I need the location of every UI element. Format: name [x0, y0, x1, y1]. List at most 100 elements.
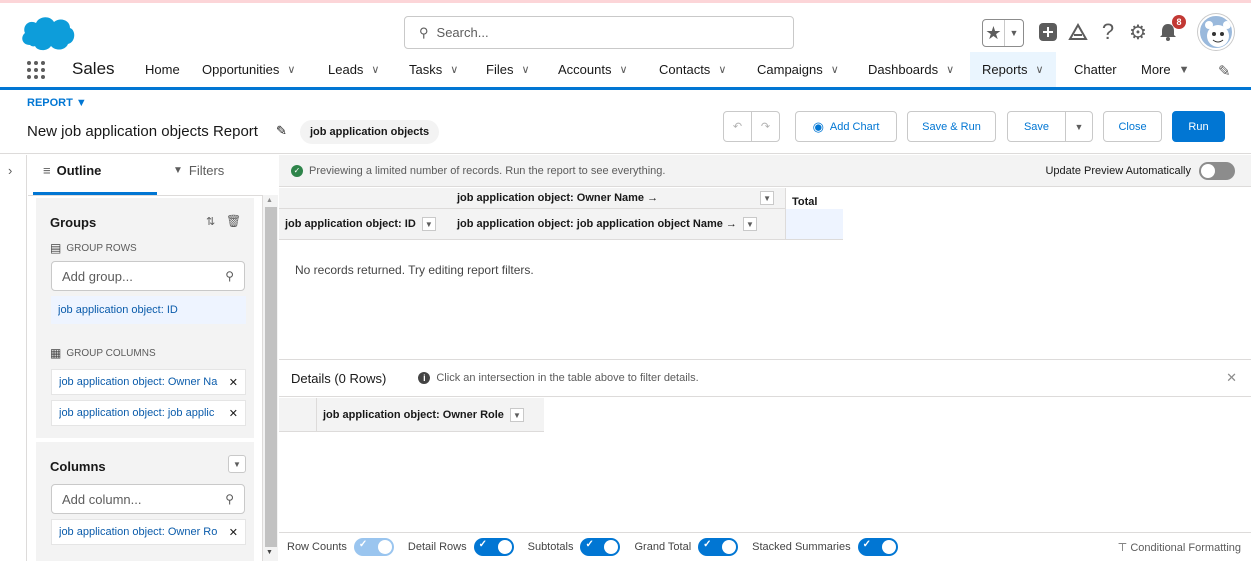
caret-down-icon[interactable]: ▼: [1179, 64, 1190, 76]
scroll-down-icon[interactable]: ▼: [266, 549, 273, 556]
chevron-down-icon[interactable]: ∨: [371, 63, 379, 76]
favorites-button[interactable]: ★ ▼: [982, 19, 1024, 47]
nav-item-dashboards[interactable]: Dashboards ∨: [868, 52, 954, 87]
save-and-run-label: Save & Run: [922, 120, 981, 133]
run-label: Run: [1188, 120, 1209, 133]
chevron-down-icon[interactable]: ∨: [946, 63, 954, 76]
nav-label: More: [1141, 62, 1171, 77]
global-search-input[interactable]: ⚲ Search...: [404, 16, 794, 49]
chevron-down-icon[interactable]: ∨: [619, 63, 627, 76]
nav-label: Accounts: [558, 62, 612, 77]
chevron-down-icon[interactable]: ∨: [718, 63, 726, 76]
close-button[interactable]: Close: [1103, 111, 1162, 142]
save-and-run-button[interactable]: Save & Run: [907, 111, 996, 142]
nav-item-reports[interactable]: Reports ∨: [970, 52, 1056, 90]
update-preview-toggle[interactable]: [1199, 162, 1235, 180]
group-column-label: job application object: job applic: [59, 407, 215, 419]
column-pill[interactable]: job application object: Owner Ro ✕: [51, 519, 246, 545]
run-button[interactable]: Run: [1172, 111, 1225, 142]
add-group-input[interactable]: Add group... ⚲: [51, 261, 245, 291]
setup-gear-icon[interactable]: ⚙: [1124, 18, 1152, 46]
chevron-down-icon[interactable]: ∨: [831, 63, 839, 76]
total-label: Total: [792, 196, 818, 208]
details-column-dropdown[interactable]: ▼: [509, 408, 524, 422]
details-column-owner-role: job application object: Owner Role ▼: [323, 408, 524, 422]
report-preview: ✓ Previewing a limited number of records…: [279, 155, 1251, 561]
row-counts-toggle[interactable]: ✓: [353, 538, 394, 556]
add-group-placeholder: Add group...: [62, 268, 133, 284]
nav-item-more[interactable]: More ▼: [1141, 52, 1190, 87]
report-type-badge: job application objects: [300, 120, 440, 144]
app-name: Sales: [72, 59, 115, 78]
add-column-input[interactable]: Add column... ⚲: [51, 484, 245, 514]
undo-button[interactable]: ↶: [723, 111, 752, 142]
grand-total-toggle-group: Grand Total ✓: [634, 538, 739, 556]
column-header-dropdown[interactable]: ▼: [742, 217, 757, 231]
remove-icon[interactable]: ✕: [229, 526, 238, 539]
detail-rows-toggle[interactable]: ✓: [473, 538, 514, 556]
conditional-formatting-button[interactable]: ⊤ Conditional Formatting: [1118, 541, 1241, 554]
chevron-down-icon[interactable]: ∨: [1036, 63, 1044, 76]
nav-item-campaigns[interactable]: Campaigns ∨: [757, 52, 839, 87]
grand-total-toggle[interactable]: ✓: [698, 538, 739, 556]
scroll-thumb[interactable]: [265, 207, 277, 547]
nav-item-accounts[interactable]: Accounts ∨: [558, 52, 628, 87]
add-chart-button[interactable]: ◉ Add Chart: [795, 111, 897, 142]
outline-scrollbar[interactable]: ▲ ▼: [262, 195, 278, 561]
row-header-dropdown[interactable]: ▼: [421, 217, 436, 231]
save-button[interactable]: Save: [1007, 111, 1066, 142]
save-options-button[interactable]: ▼: [1065, 111, 1093, 142]
nav-label: Tasks: [409, 62, 443, 77]
edit-nav-pencil-icon[interactable]: ✎: [1218, 62, 1231, 80]
nav-item-tasks[interactable]: Tasks ∨: [409, 52, 458, 87]
info-icon: i: [418, 372, 431, 384]
nav-item-contacts[interactable]: Contacts ∨: [659, 52, 726, 87]
columns-menu-dropdown[interactable]: ▼: [228, 455, 246, 473]
groups-title: Groups: [50, 215, 97, 230]
group-row-pill[interactable]: job application object: ID: [51, 296, 246, 324]
report-label[interactable]: REPORT ▼: [27, 97, 87, 109]
success-check-icon: ✓: [291, 164, 303, 177]
undo-icon: ↶: [732, 121, 743, 133]
scroll-up-icon[interactable]: ▲: [266, 197, 273, 204]
nav-label: Contacts: [659, 62, 711, 77]
favorites-dropdown-icon[interactable]: ▼: [1005, 28, 1023, 38]
global-actions-icon[interactable]: [1034, 18, 1062, 46]
nav-item-leads[interactable]: Leads ∨: [328, 52, 379, 87]
report-label-text: REPORT: [27, 97, 73, 109]
chevron-down-icon[interactable]: ∨: [450, 63, 458, 76]
stacked-summaries-toggle[interactable]: ✓: [857, 538, 898, 556]
grand-total-label: Grand Total: [634, 541, 692, 553]
swap-groups-icon[interactable]: ⇅: [206, 215, 215, 228]
tab-outline-label: Outline: [56, 163, 102, 178]
preview-notice-text: Previewing a limited number of records. …: [309, 164, 666, 177]
nav-item-chatter[interactable]: Chatter: [1074, 52, 1117, 87]
remove-icon[interactable]: ✕: [229, 407, 238, 420]
redo-button[interactable]: ↷: [751, 111, 780, 142]
help-icon[interactable]: ?: [1094, 18, 1122, 46]
edit-title-pencil-icon[interactable]: ✎: [276, 123, 287, 139]
tab-outline[interactable]: ≡ Outline: [43, 163, 101, 178]
app-launcher-icon[interactable]: [27, 61, 45, 79]
close-icon[interactable]: ✕: [1226, 370, 1237, 386]
remove-icon[interactable]: ✕: [229, 376, 238, 389]
nav-item-files[interactable]: Files ∨: [486, 52, 530, 87]
subtotals-toggle-group: Subtotals ✓: [528, 538, 621, 556]
chevron-down-icon[interactable]: ∨: [521, 63, 529, 76]
tab-filters[interactable]: ▼ Filters: [173, 163, 224, 178]
nav-item-opportunities[interactable]: Opportunities ∨: [202, 52, 295, 87]
group-column-pill[interactable]: job application object: Owner Na ✕: [51, 369, 246, 395]
conditional-formatting-label: Conditional Formatting: [1130, 542, 1241, 554]
chevron-right-icon[interactable]: ›: [8, 163, 12, 178]
trash-icon[interactable]: 🗑: [226, 214, 241, 228]
caret-down-icon: ▼: [1074, 121, 1084, 132]
nav-item-home[interactable]: Home: [145, 52, 180, 87]
trailhead-guidance-icon[interactable]: [1064, 18, 1092, 46]
details-bar: Details (0 Rows) i Click an intersection…: [279, 359, 1251, 397]
column-header-dropdown[interactable]: ▼: [760, 191, 775, 205]
group-column-pill[interactable]: job application object: job applic ✕: [51, 400, 246, 426]
subtotals-toggle[interactable]: ✓: [580, 538, 621, 556]
chevron-down-icon[interactable]: ∨: [287, 63, 295, 76]
user-avatar[interactable]: [1198, 14, 1234, 50]
salesforce-logo[interactable]: [20, 15, 76, 53]
